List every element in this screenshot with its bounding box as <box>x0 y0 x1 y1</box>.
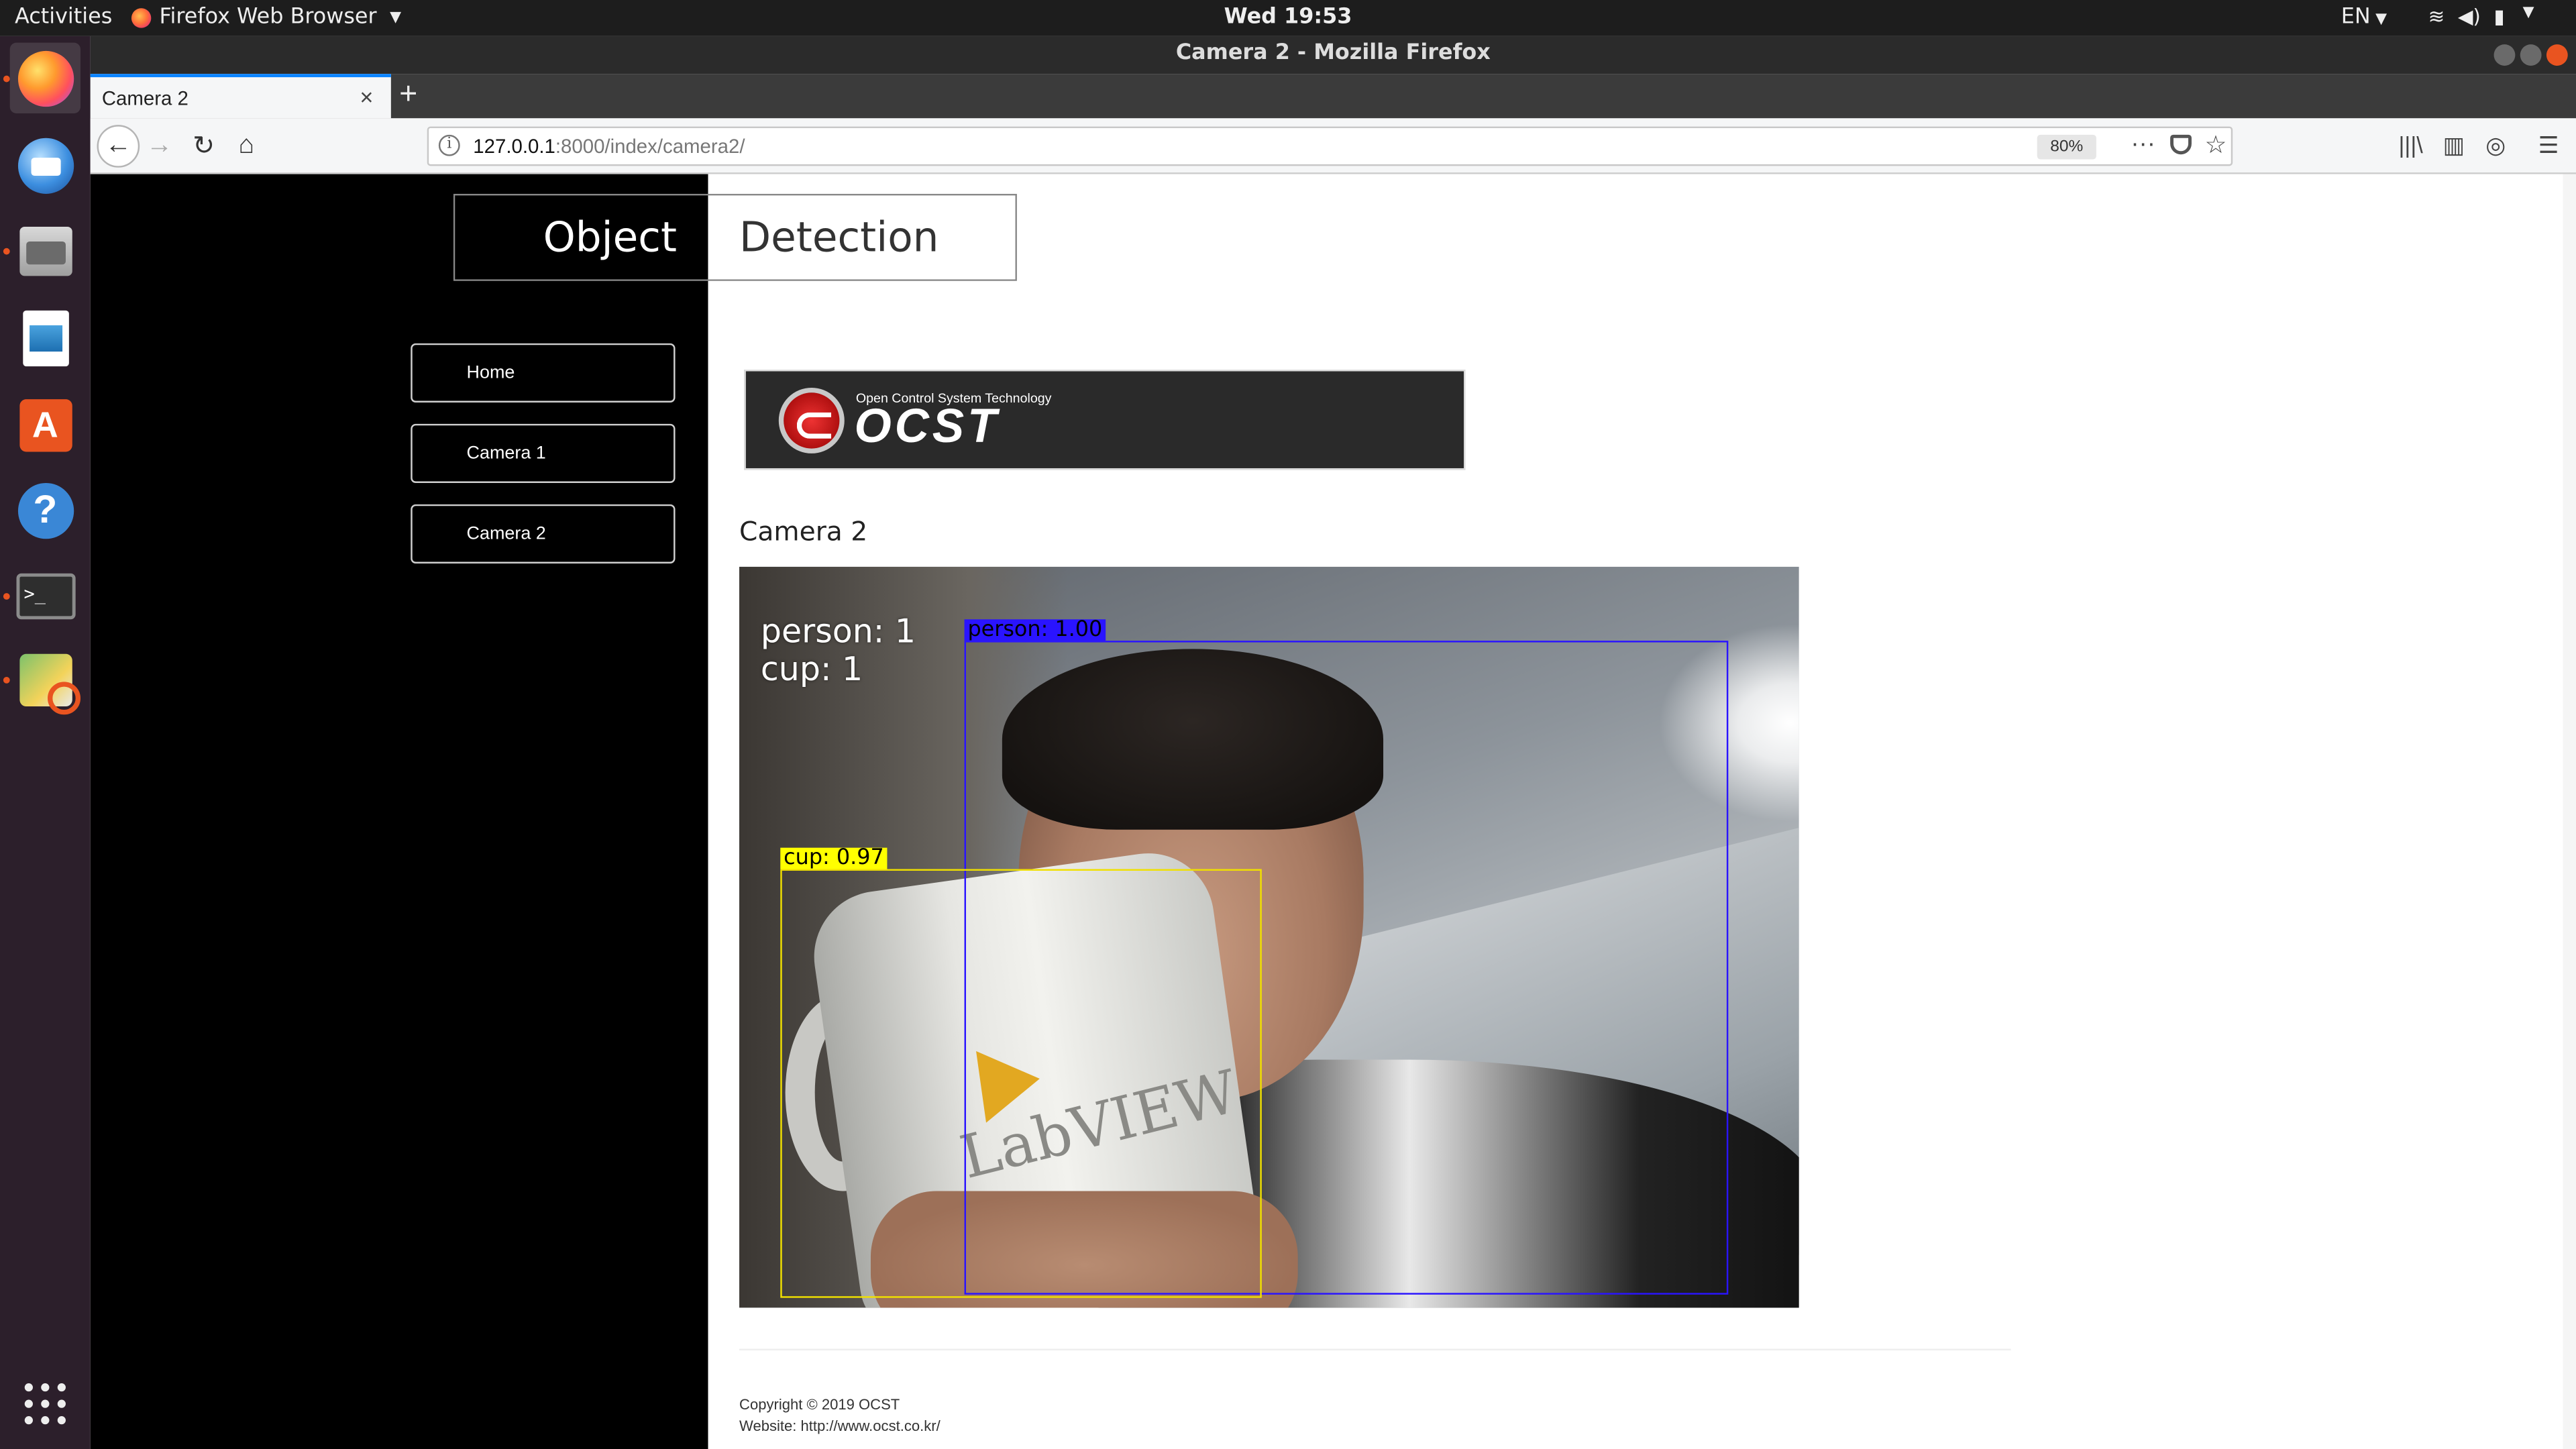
files-icon <box>19 225 72 276</box>
chevron-down-icon: ▼ <box>390 9 402 25</box>
tab-title: Camera 2 <box>101 87 189 111</box>
thunderbird-icon <box>17 137 73 193</box>
forward-button[interactable]: → <box>140 127 179 166</box>
cup-detection-label: cup: 0.97 <box>780 847 888 869</box>
info-icon[interactable]: i <box>438 134 460 156</box>
library-icon[interactable]: |||\ <box>2399 131 2423 158</box>
window-title: Camera 2 - Mozilla Firefox <box>1175 41 1491 66</box>
tab-camera-2[interactable]: Camera 2 × <box>90 74 391 119</box>
menu-icon[interactable]: ☰ <box>2538 131 2559 160</box>
dock-show-apps[interactable] <box>10 1368 80 1439</box>
nav-home-button[interactable]: Home <box>411 343 676 403</box>
url-host: 127.0.0.1 <box>473 134 555 158</box>
page-scrollbar[interactable] <box>2563 174 2576 1449</box>
footer-divider <box>739 1348 2011 1351</box>
page-title: Camera 2 <box>739 515 868 547</box>
running-indicator <box>3 676 10 684</box>
logo-name: OCST <box>854 400 1000 453</box>
dock-impress[interactable] <box>10 303 80 373</box>
brand-left-text: Object <box>455 195 708 280</box>
software-icon: A <box>19 398 72 451</box>
nav-camera-2-button[interactable]: Camera 2 <box>411 504 676 564</box>
app-menu[interactable]: Firefox Web Browser ▼ <box>131 5 401 30</box>
footer-website[interactable]: Website: http://www.ocst.co.kr/ <box>739 1416 941 1438</box>
system-top-bar: Activities Firefox Web Browser ▼ Wed 19:… <box>0 0 2576 36</box>
running-indicator <box>3 75 10 83</box>
volume-icon: ◀) <box>2457 5 2481 28</box>
activities-button[interactable]: Activities <box>15 5 112 30</box>
dock-help[interactable]: ? <box>10 475 80 545</box>
reload-button[interactable]: ↻ <box>184 127 223 166</box>
footer-copyright: Copyright © 2019 OCST <box>739 1396 900 1413</box>
site-nav: Home Camera 1 Camera 2 <box>411 343 676 585</box>
impress-icon <box>22 309 68 366</box>
navigation-toolbar: ← → ↻ ⌂ i 127.0.0.1:8000/index/camera2/ … <box>90 118 2576 174</box>
brand-right-text: Detection <box>708 195 1016 280</box>
dock-software[interactable]: A <box>10 389 80 460</box>
zoom-indicator[interactable]: 80% <box>2037 134 2096 160</box>
dock-terminal[interactable]: >_ <box>10 560 80 631</box>
cup-bounding-box <box>780 869 1262 1298</box>
pocket-icon[interactable] <box>2170 134 2192 155</box>
app-menu-label: Firefox Web Browser <box>159 5 377 30</box>
image-viewer-icon <box>19 653 80 714</box>
firefox-small-icon <box>131 7 152 28</box>
language-label: EN <box>2341 5 2371 30</box>
firefox-icon <box>17 50 73 106</box>
url-bar[interactable]: i 127.0.0.1:8000/index/camera2/ 80% ··· … <box>427 126 2233 166</box>
close-window-button[interactable] <box>2546 44 2568 66</box>
system-tray[interactable]: ≋ ◀) ▮ ▼ <box>2428 5 2534 28</box>
ocst-logo-banner: Open Control System Technology OCST <box>744 370 1466 470</box>
person-detection-label: person: 1.00 <box>964 619 1106 641</box>
running-indicator <box>3 248 10 255</box>
running-indicator <box>3 593 10 600</box>
language-indicator[interactable]: EN ▼ <box>2341 5 2387 30</box>
battery-icon: ▮ <box>2493 5 2505 28</box>
minimize-button[interactable] <box>2493 44 2516 66</box>
window-titlebar[interactable]: Camera 2 - Mozilla Firefox <box>90 36 2576 74</box>
person-count-overlay: person: 1 <box>760 611 916 651</box>
site-footer: Copyright © 2019 OCST Website: http://ww… <box>739 1395 941 1438</box>
nav-camera-1-button[interactable]: Camera 1 <box>411 423 676 484</box>
cup-count-overlay: cup: 1 <box>760 649 863 689</box>
chevron-down-icon: ▼ <box>2375 11 2387 28</box>
back-button[interactable]: ← <box>97 125 140 168</box>
page-content: Object Detection Home Camera 1 Camera 2 … <box>90 174 2576 1449</box>
new-tab-button[interactable]: + <box>399 77 417 113</box>
camera-stream-image: LabVIEW person: 1 cup: 1 person: 1.00 cu… <box>739 566 1799 1308</box>
maximize-button[interactable] <box>2520 44 2542 66</box>
app-grid-icon <box>23 1382 67 1426</box>
wifi-icon: ≋ <box>2428 5 2445 28</box>
sync-icon[interactable]: ◎ <box>2485 131 2506 160</box>
url-text: 127.0.0.1:8000/index/camera2/ <box>473 135 745 158</box>
tab-bar: Camera 2 × + <box>90 74 2576 119</box>
dock-files[interactable] <box>10 215 80 286</box>
terminal-icon: >_ <box>15 572 75 619</box>
dock-thunderbird[interactable] <box>10 129 80 200</box>
dock: A ? >_ <box>0 36 91 1449</box>
help-icon: ? <box>17 482 73 539</box>
site-brand: Object Detection <box>453 193 1017 281</box>
clock[interactable]: Wed 19:53 <box>1224 5 1352 30</box>
sidebar-icon[interactable]: ▥ <box>2443 131 2465 160</box>
url-path: :8000/index/camera2/ <box>555 134 745 158</box>
close-tab-icon[interactable]: × <box>360 84 373 110</box>
dock-firefox[interactable] <box>9 42 81 113</box>
ocst-logo-icon <box>778 387 845 453</box>
home-button[interactable]: ⌂ <box>227 127 266 166</box>
bookmark-star-icon[interactable]: ☆ <box>2205 129 2227 160</box>
dock-image-viewer[interactable] <box>10 644 80 714</box>
chevron-down-icon: ▼ <box>2522 5 2534 21</box>
page-actions-icon[interactable]: ··· <box>2131 129 2155 158</box>
